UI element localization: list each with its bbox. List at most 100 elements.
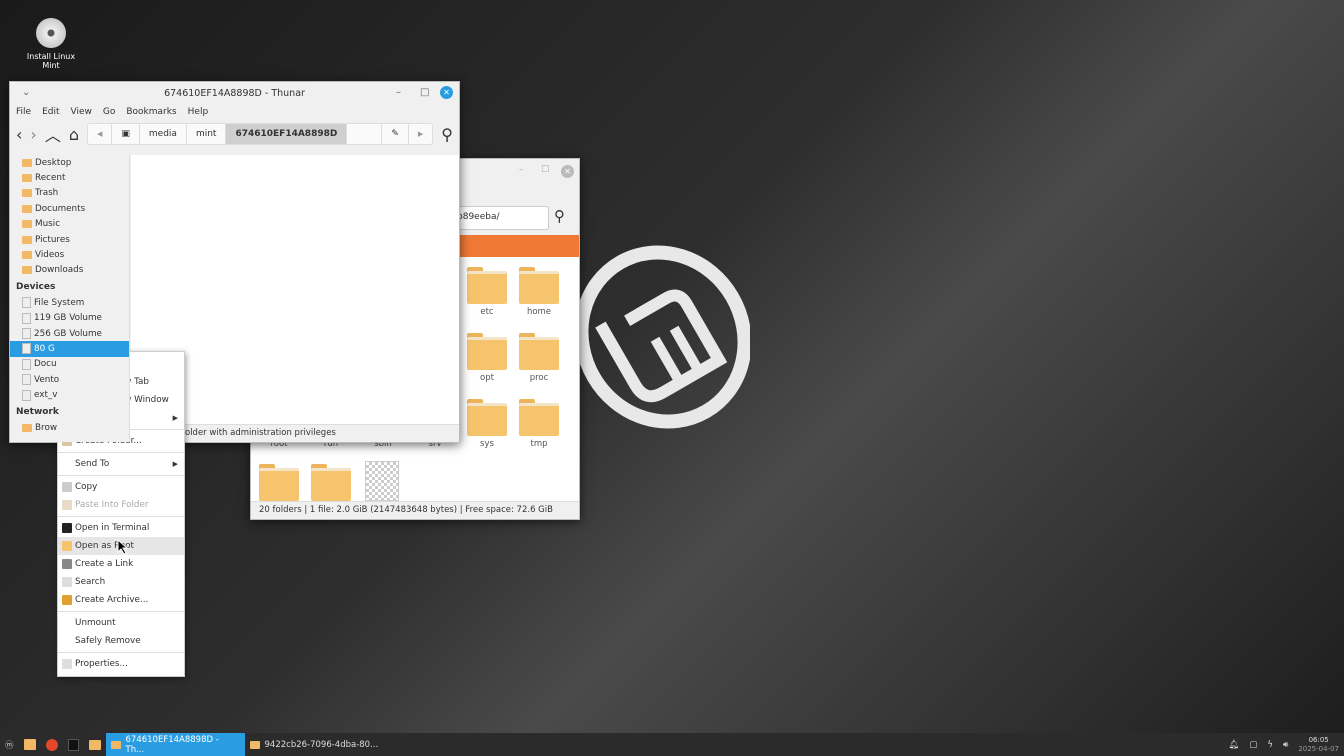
menu-file[interactable]: File [16,107,31,117]
menu-item-copy[interactable]: Copy [58,478,184,496]
back-icon[interactable]: ‹ [16,125,22,144]
sidebar-item-browse-network[interactable]: Brow [10,420,129,435]
minimize-button[interactable]: – [396,87,401,98]
close-button[interactable]: ✕ [561,165,574,178]
menu-edit[interactable]: Edit [42,107,59,117]
sidebar-item-documents[interactable]: Documents [10,201,129,216]
menu-go[interactable]: Go [103,107,115,117]
menu-bar: File Edit View Go Bookmarks Help [10,104,459,120]
taskbar: ⓜ 674610EF14A8898D - Th... 9422cb26-7096… [0,733,1344,756]
up-icon[interactable]: ︿ [45,122,61,146]
sidebar-item-videos[interactable]: Videos [10,247,129,262]
show-desktop-icon[interactable] [19,733,41,756]
sidebar-item-downloads[interactable]: Downloads [10,263,129,278]
menu-item-search[interactable]: Search [58,573,184,591]
network-status-icon[interactable]: ▢ [1244,733,1262,756]
open-as-root-icon [62,541,72,551]
menu-item-create-a-link[interactable]: Create a Link [58,555,184,573]
documents-icon [22,204,32,213]
menu-item-paste-into-folder[interactable]: Paste Into Folder [58,496,184,514]
window-menu-icon[interactable]: ⌄ [22,87,30,98]
minimize-button[interactable]: – [519,165,524,175]
sidebar-device-item[interactable]: Docu [10,357,129,372]
crumb-mint[interactable]: mint [187,124,227,144]
menu-item-safely-remove[interactable]: Safely Remove [58,632,184,650]
terminal-icon[interactable] [63,733,84,756]
folder-item[interactable]: sys [461,399,513,449]
downloads-icon [22,266,32,275]
search-icon [62,577,72,587]
desktop-icon-install-linux-mint[interactable]: Install Linux Mint [20,18,82,70]
volume-icon[interactable]: 🔊︎ [1278,733,1293,756]
sidebar-item-recent[interactable]: Recent [10,170,129,185]
sidebar-device-item[interactable]: ext_v [10,387,129,402]
folder-icon [467,333,507,370]
properties-icon [62,659,72,669]
desktop-icon [22,158,32,167]
copy-icon [62,482,72,492]
folder-item[interactable]: opt [461,333,513,383]
menu-help[interactable]: Help [188,107,209,117]
open-in-terminal-icon [62,523,72,533]
home-icon[interactable]: ⌂ [69,125,79,144]
sidebar-item-pictures[interactable]: Pictures [10,232,129,247]
title-bar: ⌄ 674610EF14A8898D - Thunar – □ ✕ [10,82,459,104]
drive-icon [22,328,31,340]
admin-warning-bar [451,235,579,257]
menu-item-properties[interactable]: Properties... [58,655,184,673]
clock[interactable]: 06:05 2025-04-07 [1293,733,1344,756]
sidebar-device-item[interactable]: Vento [10,372,129,387]
folder-item[interactable]: home [513,267,565,317]
path-scroll-right-icon[interactable]: ▶ [409,124,432,144]
forward-icon[interactable]: › [30,125,36,144]
sidebar-device-item[interactable]: 80 G [10,341,129,357]
folder-item[interactable] [259,464,299,501]
menu-item-unmount[interactable]: Unmount [58,614,184,632]
menu-separator [58,652,184,653]
submenu-arrow-icon: ▶ [172,460,178,468]
menu-bookmarks[interactable]: Bookmarks [126,107,176,117]
music-icon [22,220,32,229]
recent-icon [22,174,32,183]
sidebar-device-item[interactable]: 256 GB Volume [10,326,129,341]
edit-path-icon[interactable]: ✎ [381,124,409,144]
files-launcher-icon[interactable] [84,733,106,756]
thunar-window[interactable]: ⌄ 674610EF14A8898D - Thunar – □ ✕ File E… [9,81,460,443]
drive-icon[interactable]: ▣ [112,124,140,144]
sidebar-item-music[interactable]: Music [10,217,129,232]
drive-icon [22,343,31,355]
crumb-current[interactable]: 674610EF14A8898D [226,124,348,144]
task-thunar[interactable]: 674610EF14A8898D - Th... [105,733,245,756]
task-file-manager[interactable]: 9422cb26-7096-4dba-80... [245,733,384,756]
folder-item[interactable]: tmp [513,399,565,449]
file-thumbnail[interactable] [365,461,399,501]
menu-item-create-archive[interactable]: Create Archive... [58,591,184,609]
create-a-link-icon [62,559,72,569]
folder-item[interactable]: etc [461,267,513,317]
close-button[interactable]: ✕ [440,86,453,99]
maximize-button[interactable]: □ [541,164,550,174]
sidebar-item-trash[interactable]: Trash [10,186,129,201]
folder-icon [110,740,121,749]
menu-view[interactable]: View [71,107,92,117]
menu-separator [58,516,184,517]
menu-separator [58,611,184,612]
firefox-icon[interactable] [41,733,63,756]
search-icon[interactable]: ⚲ [441,125,453,144]
crumb-media[interactable]: media [140,124,187,144]
sidebar-device-item[interactable]: File System [10,295,129,310]
folder-icon [519,333,559,370]
notifications-icon[interactable]: 🔔︎ [1224,733,1245,756]
folder-item[interactable] [311,464,351,501]
folder-item[interactable]: proc [513,333,565,383]
mint-menu-icon[interactable]: ⓜ [0,733,19,756]
maximize-button[interactable]: □ [420,87,429,98]
location-field[interactable]: b89eeba/ [451,206,549,230]
path-scroll-left-icon[interactable]: ◀ [88,124,113,144]
menu-item-send-to[interactable]: Send To ▶ [58,455,184,473]
sidebar-device-item[interactable]: 119 GB Volume [10,311,129,326]
power-icon[interactable]: ϟ [1262,733,1278,756]
sidebar-item-desktop[interactable]: Desktop [10,155,129,170]
menu-item-open-in-terminal[interactable]: Open in Terminal [58,519,184,537]
search-icon[interactable]: ⚲ [554,207,565,225]
